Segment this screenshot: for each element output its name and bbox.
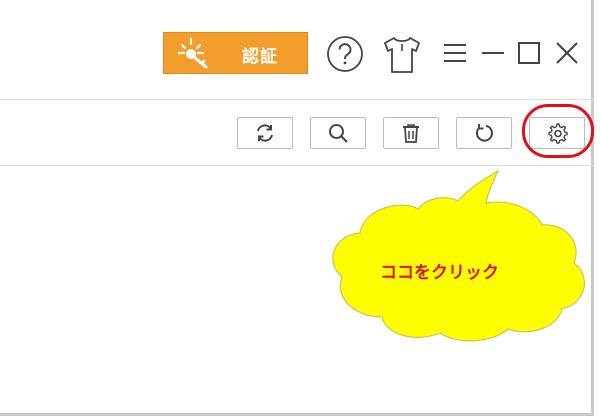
maximize-icon[interactable] (516, 40, 542, 66)
key-sparkle-icon (177, 37, 208, 69)
undo-icon (476, 124, 493, 142)
auth-button-label: 認証 (242, 47, 278, 67)
highlight-circle (522, 104, 594, 158)
close-icon[interactable] (554, 40, 580, 66)
search-button[interactable] (310, 117, 366, 149)
trash-icon (403, 124, 419, 143)
minimize-icon[interactable] (480, 40, 506, 66)
callout-bubble (332, 169, 585, 342)
search-icon (329, 124, 348, 143)
title-bar: 認証 (0, 0, 594, 100)
help-icon[interactable] (325, 34, 365, 74)
skin-icon[interactable] (381, 34, 423, 76)
refresh-button[interactable] (237, 117, 293, 149)
callout-text: ココをクリック (380, 263, 499, 283)
menu-icon[interactable] (442, 40, 468, 66)
toolbar (0, 100, 594, 166)
refresh-icon (257, 124, 273, 142)
undo-button[interactable] (456, 117, 512, 149)
auth-button[interactable]: 認証 (163, 32, 308, 74)
delete-button[interactable] (383, 117, 439, 149)
